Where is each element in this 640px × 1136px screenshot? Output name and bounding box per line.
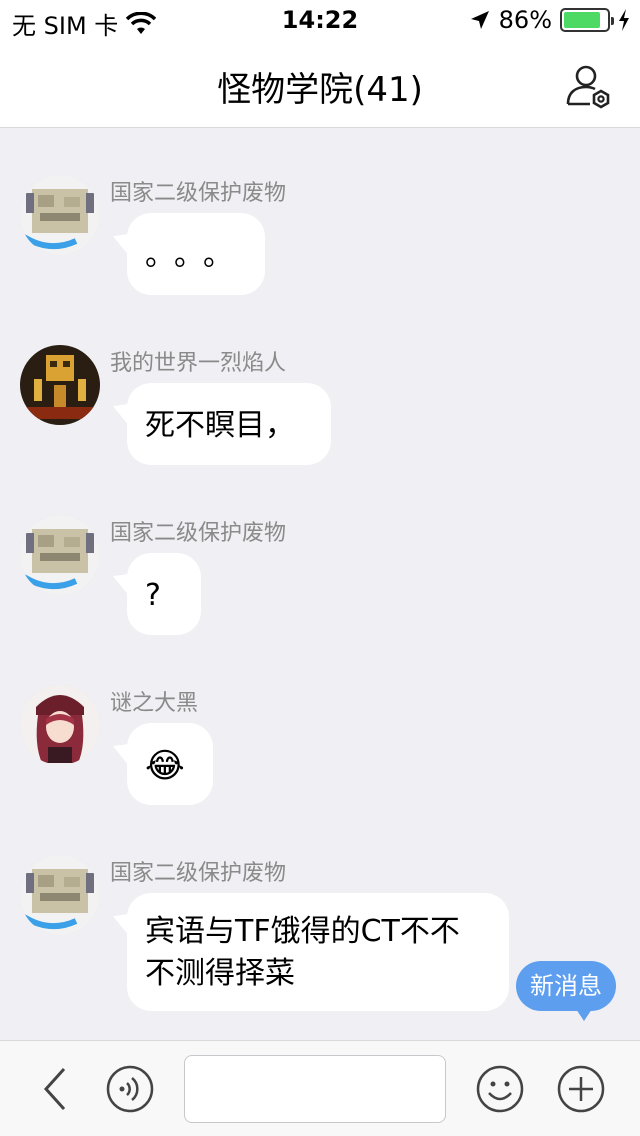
status-right: 86% [469,6,630,34]
input-bar [0,1040,640,1136]
voice-icon[interactable] [106,1065,154,1113]
message-text: ? [145,578,161,613]
status-bar: 无 SIM 卡 14:22 86% [0,0,640,40]
block-creature-avatar[interactable] [20,515,100,595]
sender-name: 国家二级保护废物 [110,181,287,206]
new-message-button[interactable]: 新消息 [516,961,616,1021]
message-bubble[interactable]: 😂 [127,723,213,805]
battery-fill [564,12,601,28]
charging-bolt-icon [619,9,629,31]
emoji-icon[interactable] [476,1065,524,1113]
message-text-line: 不测得择菜 [145,956,295,991]
sender-name: 谜之大黑 [110,691,199,716]
back-icon[interactable] [40,1065,70,1113]
message-bubble[interactable]: 死不瞑目， [127,383,331,465]
plus-icon[interactable] [557,1065,605,1113]
message-bubble[interactable]: ? [127,553,201,635]
navigation-bar: 怪物学院(41) [0,40,640,128]
battery-icon [560,8,614,32]
sender-name: 国家二级保护废物 [110,521,287,546]
group-title: 怪物学院(41) [217,70,423,110]
group-settings-icon[interactable] [564,62,612,110]
message-text: 死不瞑目， [145,408,295,443]
anime-girl-avatar[interactable] [20,685,100,765]
message-bubble[interactable]: 宾语与TF饿得的CT不不 不测得择菜 [127,893,509,1011]
message-text: 。。。 [145,238,247,273]
block-creature-avatar[interactable] [20,175,100,255]
sender-name: 我的世界一烈焰人 [110,351,287,376]
emoji-tears-of-joy: 😂 [145,746,185,786]
message-input[interactable] [184,1055,446,1123]
sender-name: 国家二级保护废物 [110,861,287,886]
location-arrow-icon [470,11,489,29]
message-bubble[interactable]: 。。。 [127,213,265,295]
block-creature-avatar[interactable] [20,855,100,935]
chat-area[interactable]: 国家二级保护废物 。。。 我的世界一烈焰人 死不瞑目， 国家二级保护废物 ? 谜… [0,129,640,1039]
battery-percent: 86% [498,6,552,34]
message-text-line: 宾语与TF饿得的CT不不 [145,914,460,949]
blaze-avatar[interactable] [20,345,100,425]
